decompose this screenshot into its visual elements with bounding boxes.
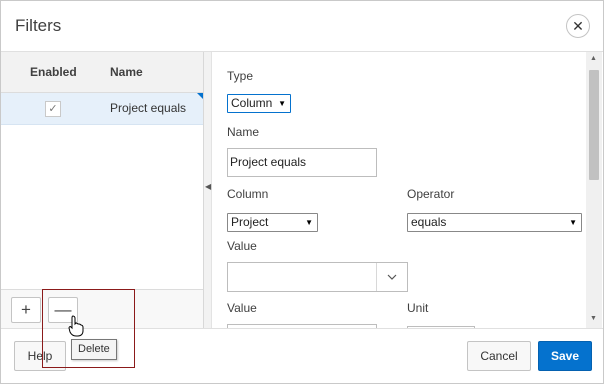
close-button[interactable]: ✕ (566, 14, 590, 38)
column-label: Column (227, 187, 269, 201)
type-select[interactable]: Column ▼ (227, 94, 291, 113)
table-row[interactable]: ✓ Project equals (1, 93, 203, 125)
column-header-enabled[interactable]: Enabled (30, 65, 77, 79)
dialog-titlebar: Filters ✕ (1, 1, 603, 52)
dropdown-arrow-icon: ▼ (569, 218, 577, 227)
column-select[interactable]: Project ▼ (227, 213, 318, 232)
scrollbar-thumb[interactable] (589, 70, 599, 180)
dialog-title: Filters (15, 16, 62, 35)
column-header-name[interactable]: Name (110, 65, 143, 79)
operator-select-value: equals (411, 215, 447, 229)
selected-row-marker (197, 93, 203, 99)
name-label: Name (227, 125, 260, 139)
vertical-scrollbar[interactable]: ▲ ▼ (586, 52, 602, 328)
list-toolbar: + — (1, 289, 203, 329)
value-combobox[interactable] (227, 262, 408, 292)
filter-name-cell[interactable]: Project equals (110, 101, 186, 115)
cancel-button[interactable]: Cancel (467, 341, 531, 371)
save-button[interactable]: Save (538, 341, 592, 371)
enabled-checkbox[interactable]: ✓ (45, 101, 61, 117)
panel-splitter[interactable]: ◀ (204, 52, 212, 328)
value-dropdown-button[interactable] (376, 263, 407, 291)
operator-label: Operator (407, 187, 455, 201)
plus-icon: + (21, 300, 31, 319)
value-label: Value (227, 239, 257, 253)
operator-select[interactable]: equals ▼ (407, 213, 582, 232)
unit-label: Unit (407, 301, 429, 315)
hand-pointer-icon (68, 315, 84, 337)
scroll-down-icon[interactable]: ▼ (590, 315, 597, 322)
type-label: Type (227, 69, 254, 83)
grid-header: Enabled Name (1, 52, 203, 93)
filters-dialog: Filters ✕ Enabled Name ✓ Project equals … (0, 0, 604, 384)
type-select-value: Column (231, 96, 273, 110)
name-field[interactable]: Project equals (227, 148, 377, 177)
dropdown-arrow-icon: ▼ (278, 99, 286, 108)
filter-list-panel: Enabled Name ✓ Project equals + — (1, 52, 204, 329)
help-button[interactable]: Help (14, 341, 66, 371)
filter-properties-panel: Type Column ▼ Name Project equals Column… (212, 52, 586, 328)
dropdown-arrow-icon: ▼ (305, 218, 313, 227)
scroll-up-icon[interactable]: ▲ (590, 55, 597, 62)
collapse-arrow-icon[interactable]: ◀ (205, 182, 211, 191)
add-filter-button[interactable]: + (11, 297, 41, 323)
chevron-down-icon (387, 274, 397, 280)
column-select-value: Project (231, 215, 269, 229)
delete-tooltip: Delete (71, 339, 117, 360)
close-icon: ✕ (572, 17, 584, 34)
value2-label: Value (227, 301, 257, 315)
